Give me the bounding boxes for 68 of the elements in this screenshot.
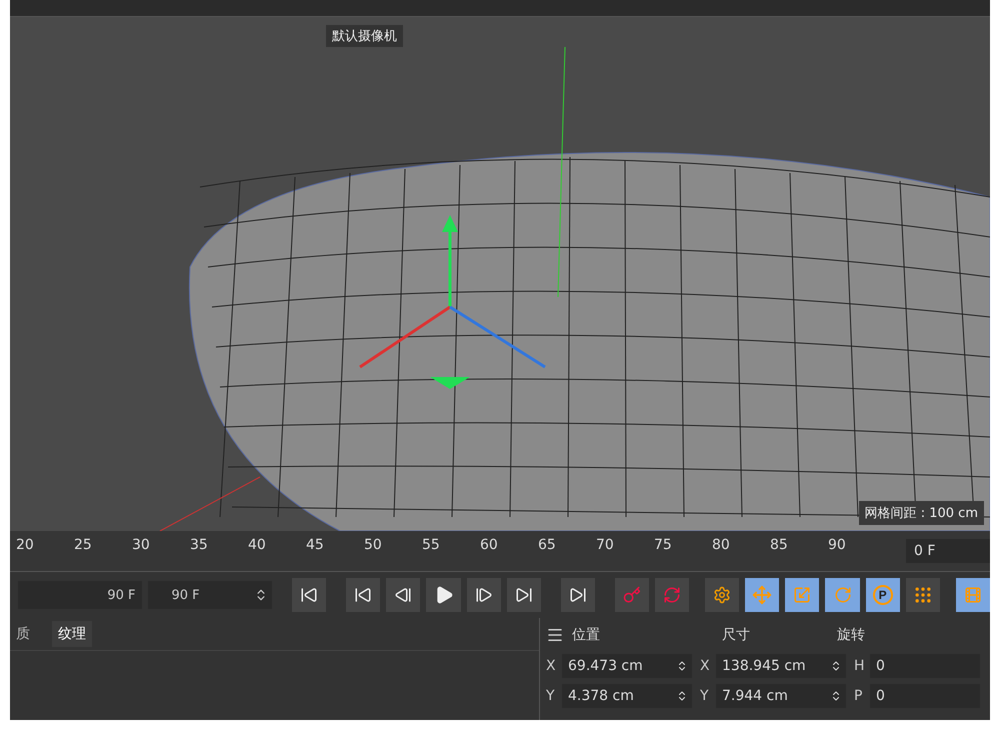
settings-icon [713, 586, 732, 604]
timeline-tick: 30 [132, 537, 151, 553]
size-field[interactable]: 138.945 cm [716, 654, 846, 678]
timeline-tick: 75 [654, 537, 673, 553]
column-header: 尺寸 [722, 626, 751, 644]
end-frame-field[interactable]: 90 F [148, 581, 272, 609]
rotation-field[interactable]: 0 [870, 654, 980, 678]
timeline-tick: 85 [770, 537, 789, 553]
tool-button[interactable] [906, 578, 940, 612]
menu-icon[interactable] [546, 626, 564, 644]
tool-button[interactable]: P [866, 578, 900, 612]
go-to-end-button[interactable] [560, 578, 595, 612]
next-key-button[interactable] [506, 578, 541, 612]
timeline-tick: 80 [712, 537, 731, 553]
tool-button[interactable] [614, 578, 650, 612]
stepper-icon [830, 660, 842, 672]
size-field[interactable]: 7.944 cm [716, 684, 846, 708]
step-forward-button[interactable] [466, 578, 501, 612]
axis-label: Y [546, 688, 556, 704]
panel-tab[interactable]: 质 [10, 621, 36, 647]
key-icon [622, 586, 641, 604]
axis-label: H [854, 658, 866, 674]
parameter-icon: P [872, 585, 893, 605]
stepper-icon [830, 690, 842, 702]
skip-back-icon [354, 586, 372, 604]
timeline-tick: 90 [828, 537, 847, 553]
timeline-tick: 20 [16, 537, 35, 553]
timeline-tick: 25 [74, 537, 93, 553]
column-header: 位置 [572, 626, 601, 644]
rotate-icon [834, 586, 852, 604]
timeline-tick: 65 [538, 537, 557, 553]
tool-button[interactable] [705, 578, 740, 612]
move-icon [752, 585, 772, 605]
play-button[interactable] [426, 578, 461, 612]
grid-spacing-label: 网格间距 : 100 cm [858, 501, 984, 525]
step-back-icon [394, 586, 412, 604]
timeline-tick: 50 [364, 537, 383, 553]
axis-label: X [700, 658, 711, 674]
timeline-tick: 70 [596, 537, 615, 553]
go-to-start-button[interactable] [292, 578, 326, 612]
panel-tab[interactable]: 纹理 [52, 621, 92, 647]
current-frame-field[interactable]: 0 F [906, 539, 990, 563]
skip-forward-icon [568, 586, 587, 604]
column-header: 旋转 [837, 626, 866, 644]
axis-label: X [546, 658, 557, 674]
timeline-tick: 55 [422, 537, 441, 553]
axis-label: Y [700, 688, 710, 704]
scale-icon [793, 586, 812, 604]
step-back-button[interactable] [386, 578, 420, 612]
step-forward-icon [474, 586, 493, 604]
timeline-tick: 60 [480, 537, 499, 553]
rotation-field[interactable]: 0 [870, 684, 980, 708]
dots-icon [912, 585, 933, 605]
camera-label: 默认摄像机 [326, 25, 403, 47]
timeline-tick: 35 [190, 537, 209, 553]
axis-label: P [854, 688, 864, 704]
position-field[interactable]: 69.473 cm [562, 654, 692, 678]
stepper-icon [676, 660, 688, 672]
refresh-icon [663, 586, 682, 604]
timeline-tick: 45 [306, 537, 325, 553]
stepper-icon [676, 690, 688, 702]
timeline-tick: 40 [248, 537, 267, 553]
film-icon [964, 586, 982, 604]
previous-key-button[interactable] [346, 578, 380, 612]
start-frame-field[interactable]: 90 F [18, 581, 142, 609]
skip-back-icon [300, 586, 318, 604]
position-field[interactable]: 4.378 cm [562, 684, 692, 708]
skip-forward-icon [514, 586, 533, 604]
